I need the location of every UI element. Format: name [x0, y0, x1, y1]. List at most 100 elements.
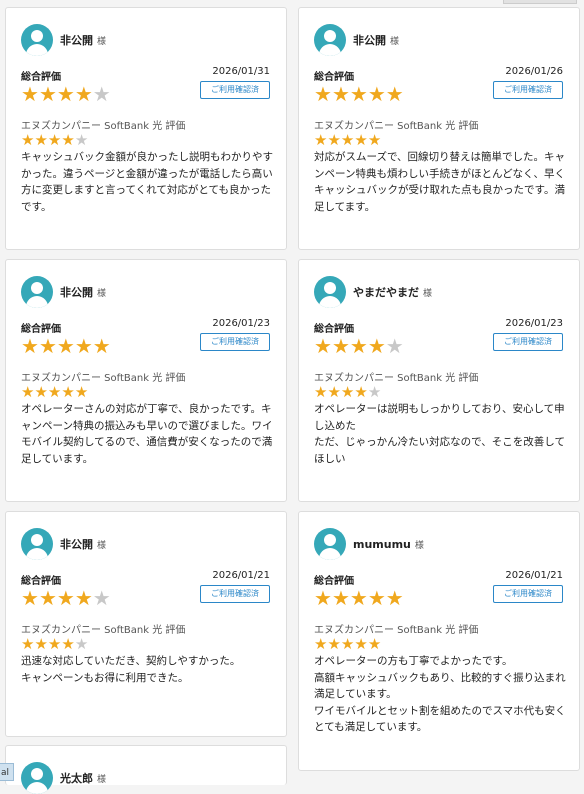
honorific: 様: [97, 540, 107, 551]
sub-rating-label: エヌズカンパニー SoftBank 光 評価: [21, 373, 186, 384]
overall-stars: ★ ★ ★ ★ ★: [21, 84, 111, 104]
star-icon: ★: [367, 586, 386, 610]
star-icon: ★: [314, 586, 332, 610]
star-empty-icon: ★: [367, 383, 382, 401]
review-card: 非公開 様 総合評価 2026/01/31 ご利用確認済 ★ ★ ★ ★ ★ エヌズカン…: [5, 7, 287, 250]
side-tab[interactable]: al: [0, 763, 14, 781]
honorific: 様: [97, 774, 107, 785]
confirm-badge-button[interactable]: ご利用確認済: [493, 585, 563, 603]
review-card: mumumu 様 総合評価 2026/01/21 ご利用確認済 ★ ★ ★ ★ ★ エヌ…: [298, 511, 580, 771]
sub-rating-label: エヌズカンパニー SoftBank 光 評価: [314, 625, 479, 636]
star-icon: ★: [21, 383, 35, 401]
overall-label: 総合評価: [21, 72, 61, 83]
avatar-icon: [21, 276, 53, 308]
overall-stars: ★ ★ ★ ★ ★: [314, 336, 404, 356]
review-card: 非公開 様 総合評価 2026/01/26 ご利用確認済 ★ ★ ★ ★ ★ エヌズカン…: [298, 7, 580, 250]
sub-rating-label: エヌズカンパニー SoftBank 光 評価: [314, 121, 479, 132]
star-icon: ★: [314, 635, 328, 653]
sub-stars: ★ ★ ★ ★ ★: [314, 133, 381, 148]
star-icon: ★: [354, 383, 368, 401]
review-text: オペレーターさんの対応が丁寧で、良かったです。キャンペーン特典の振込みも早いので…: [21, 403, 273, 465]
star-icon: ★: [314, 383, 328, 401]
reviewer: 光太郎 様: [21, 762, 106, 794]
honorific: 様: [414, 540, 424, 551]
star-icon: ★: [74, 82, 93, 106]
star-icon: ★: [367, 131, 382, 149]
star-icon: ★: [21, 131, 35, 149]
overall-label: 総合評価: [21, 324, 61, 335]
overall-stars: ★ ★ ★ ★ ★: [21, 588, 111, 608]
avatar-icon: [314, 528, 346, 560]
confirm-badge-button[interactable]: ご利用確認済: [200, 81, 270, 99]
overall-stars: ★ ★ ★ ★ ★: [21, 336, 111, 356]
overall-label: 総合評価: [314, 576, 354, 587]
review-text: 対応がスムーズで、回線切り替えは簡単でした。キャンペーン特典も煩わしい手続きがほ…: [314, 151, 566, 213]
star-icon: ★: [354, 131, 368, 149]
sub-stars: ★ ★ ★ ★ ★: [21, 385, 88, 400]
overall-label: 総合評価: [21, 576, 61, 587]
review-date: 2026/01/21: [505, 570, 563, 581]
top-tab: [503, 0, 577, 4]
star-icon: ★: [92, 334, 111, 358]
star-icon: ★: [21, 334, 39, 358]
star-icon: ★: [74, 586, 93, 610]
star-icon: ★: [385, 586, 404, 610]
reviewer-name: 非公開: [60, 286, 93, 299]
star-icon: ★: [34, 383, 48, 401]
star-icon: ★: [21, 82, 39, 106]
review-text: オペレーターは説明もしっかりしており、安心して申し込めた ただ、じゃっかん冷たい…: [314, 403, 565, 465]
avatar-icon: [314, 276, 346, 308]
star-icon: ★: [47, 635, 62, 653]
star-icon: ★: [74, 383, 89, 401]
star-icon: ★: [61, 131, 75, 149]
star-icon: ★: [327, 131, 341, 149]
star-empty-icon: ★: [74, 635, 89, 653]
star-icon: ★: [61, 635, 75, 653]
reviewer-name: やまだやまだ: [353, 286, 419, 299]
reviewer-name: mumumu: [353, 537, 411, 551]
reviewer: やまだやまだ 様: [314, 276, 432, 308]
review-date: 2026/01/26: [505, 66, 563, 77]
reviewer: 非公開 様: [314, 24, 399, 56]
star-empty-icon: ★: [92, 586, 111, 610]
star-icon: ★: [340, 635, 355, 653]
star-icon: ★: [314, 334, 332, 358]
confirm-badge-button[interactable]: ご利用確認済: [493, 81, 563, 99]
star-icon: ★: [34, 635, 48, 653]
honorific: 様: [97, 36, 107, 47]
reviewer-name: 非公開: [353, 34, 386, 47]
avatar-icon: [314, 24, 346, 56]
star-icon: ★: [331, 586, 350, 610]
star-icon: ★: [38, 586, 57, 610]
star-icon: ★: [56, 82, 75, 106]
star-empty-icon: ★: [92, 82, 111, 106]
star-icon: ★: [367, 635, 382, 653]
review-text: 迅速な対応していただき、契約しやすかった。 キャンペーンもお得に利用できた。: [21, 655, 241, 684]
review-text: キャッシュバック金額が良かったし説明もわかりやすかった。違うページと金額が違った…: [21, 151, 273, 213]
reviewer: 非公開 様: [21, 276, 106, 308]
sub-stars: ★ ★ ★ ★ ★: [314, 385, 381, 400]
reviewer-name: 非公開: [60, 538, 93, 551]
reviewer: 非公開 様: [21, 24, 106, 56]
sub-rating-label: エヌズカンパニー SoftBank 光 評価: [314, 373, 479, 384]
star-icon: ★: [74, 334, 93, 358]
star-icon: ★: [367, 334, 386, 358]
overall-stars: ★ ★ ★ ★ ★: [314, 588, 404, 608]
review-date: 2026/01/23: [505, 318, 563, 329]
star-icon: ★: [21, 586, 39, 610]
star-icon: ★: [385, 82, 404, 106]
avatar-icon: [21, 24, 53, 56]
star-icon: ★: [38, 82, 57, 106]
star-icon: ★: [327, 635, 341, 653]
reviewer: 非公開 様: [21, 528, 106, 560]
review-card: やまだやまだ 様 総合評価 2026/01/23 ご利用確認済 ★ ★ ★ ★ ★ エヌ…: [298, 259, 580, 502]
confirm-badge-button[interactable]: ご利用確認済: [200, 585, 270, 603]
star-icon: ★: [331, 82, 350, 106]
review-card: 非公開 様 総合評価 2026/01/21 ご利用確認済 ★ ★ ★ ★ ★ エヌズカン…: [5, 511, 287, 737]
sub-stars: ★ ★ ★ ★ ★: [314, 637, 381, 652]
confirm-badge-button[interactable]: ご利用確認済: [200, 333, 270, 351]
overall-stars: ★ ★ ★ ★ ★: [314, 84, 404, 104]
sub-stars: ★ ★ ★ ★ ★: [21, 637, 88, 652]
honorific: 様: [423, 288, 433, 299]
confirm-badge-button[interactable]: ご利用確認済: [493, 333, 563, 351]
